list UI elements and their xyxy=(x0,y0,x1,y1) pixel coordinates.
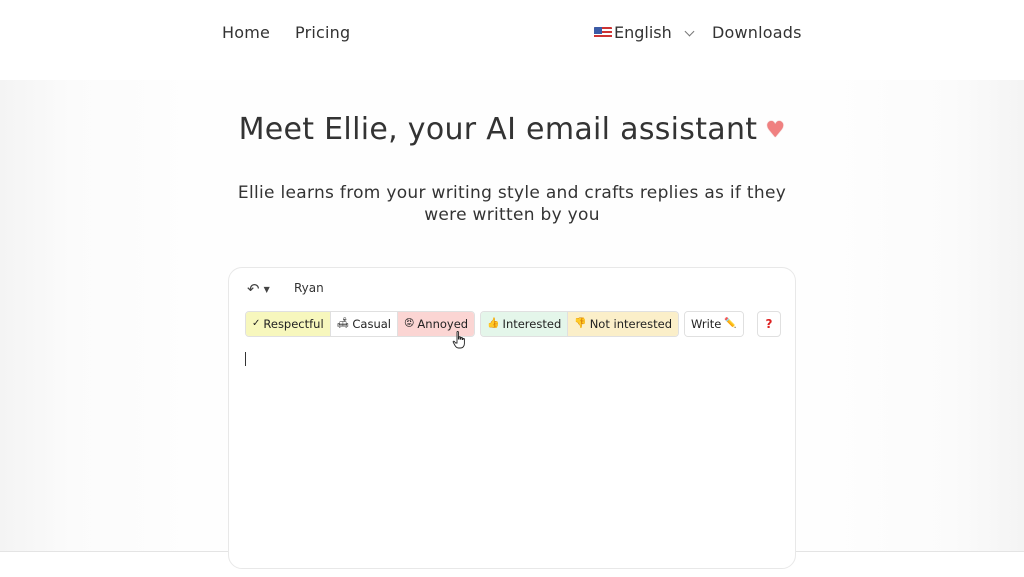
respectful-button[interactable]: ✓ Respectful xyxy=(246,312,331,336)
write-button[interactable]: Write ✏️ xyxy=(685,312,743,336)
nav-home-link[interactable]: Home xyxy=(222,22,270,44)
title-text: Meet Ellie, your AI email assistant xyxy=(238,112,758,147)
nav-downloads-link[interactable]: Downloads xyxy=(712,22,802,44)
reply-arrow-icon: ↶ xyxy=(247,280,260,298)
casual-button[interactable]: 🛋 Casual xyxy=(330,312,398,336)
help-button[interactable]: ? xyxy=(757,311,781,337)
angry-face-icon: 😡 xyxy=(403,318,415,329)
couch-icon: 🛋 xyxy=(336,318,350,329)
hand-pointer-cursor-icon xyxy=(452,331,465,349)
casual-label: Casual xyxy=(352,317,391,331)
email-composer: ↶ ▼ Ryan ✓ Respectful 🛋 Casual 😡 Annoyed… xyxy=(228,267,796,569)
nav-pricing-link[interactable]: Pricing xyxy=(295,22,350,44)
respectful-label: Respectful xyxy=(263,317,324,331)
page-title: Meet Ellie, your AI email assistant ♥ xyxy=(0,110,1024,151)
interested-button[interactable]: 👍 Interested xyxy=(481,312,569,336)
recipient-name[interactable]: Ryan xyxy=(294,280,324,296)
pencil-icon: ✏️ xyxy=(724,318,737,329)
us-flag-icon xyxy=(594,27,612,39)
not-interested-label: Not interested xyxy=(589,317,672,331)
tone-toolbar: ✓ Respectful 🛋 Casual 😡 Annoyed 👍 Intere… xyxy=(245,311,749,337)
not-interested-button[interactable]: 👎 Not interested xyxy=(568,312,678,336)
thumbs-up-icon: 👍 xyxy=(487,318,500,329)
write-label: Write xyxy=(691,317,722,331)
email-body-editor[interactable] xyxy=(245,350,775,550)
language-selector[interactable]: English xyxy=(594,22,695,44)
chevron-down-icon xyxy=(684,26,695,36)
thumbs-down-icon: 👎 xyxy=(574,318,587,329)
interested-label: Interested xyxy=(502,317,562,331)
top-nav: Home Pricing English Downloads xyxy=(0,0,1024,80)
write-group: Write ✏️ xyxy=(684,311,744,337)
caret-down-icon: ▼ xyxy=(263,284,270,294)
page-subtitle: Ellie learns from your writing style and… xyxy=(237,183,787,225)
check-icon: ✓ xyxy=(252,318,261,329)
tone-group: ✓ Respectful 🛋 Casual 😡 Annoyed xyxy=(245,311,476,337)
text-cursor xyxy=(245,352,246,366)
heart-icon: ♥ xyxy=(765,118,786,143)
intent-group: 👍 Interested 👎 Not interested xyxy=(480,311,679,337)
reply-menu[interactable]: ↶ ▼ xyxy=(247,280,270,298)
language-label: English xyxy=(614,23,672,42)
